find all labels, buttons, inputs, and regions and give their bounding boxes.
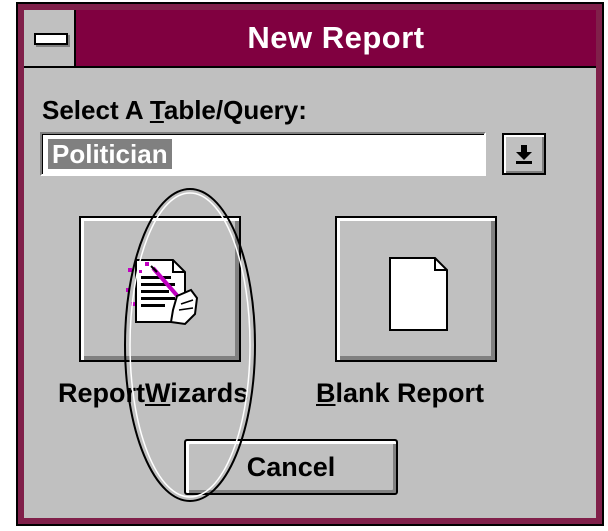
title-bar[interactable]: New Report <box>24 10 596 68</box>
system-menu-icon <box>34 33 68 45</box>
table-query-dropdown-button[interactable] <box>502 133 546 175</box>
table-query-value: Politician <box>48 139 172 169</box>
blank-page-icon <box>389 257 448 331</box>
table-query-label-accelerator: T <box>149 95 164 125</box>
blank-report-label-end: lank Report <box>335 378 485 408</box>
blank-report-label-accelerator: B <box>316 378 336 408</box>
dropdown-arrow-icon <box>516 145 532 164</box>
table-query-label-start: Select A <box>42 95 150 125</box>
report-wizard-icon <box>126 259 199 326</box>
report-wizards-button[interactable] <box>79 216 241 362</box>
report-wizards-label-end: izards <box>170 378 249 408</box>
table-query-label-end: able/Query: <box>163 95 307 125</box>
system-menu-button[interactable] <box>24 10 76 66</box>
blank-report-label: Blank Report <box>316 378 484 409</box>
report-wizards-label-accelerator: W <box>145 378 171 408</box>
table-query-label: Select A Table/Query: <box>42 95 307 126</box>
table-query-input[interactable]: Politician <box>40 132 486 176</box>
cancel-button[interactable]: Cancel <box>184 439 398 495</box>
report-wizards-label: ReportWizards <box>58 378 248 409</box>
report-wizards-label-start: Report <box>58 378 145 408</box>
blank-report-button[interactable] <box>335 216 497 362</box>
dialog-title: New Report <box>247 20 425 55</box>
